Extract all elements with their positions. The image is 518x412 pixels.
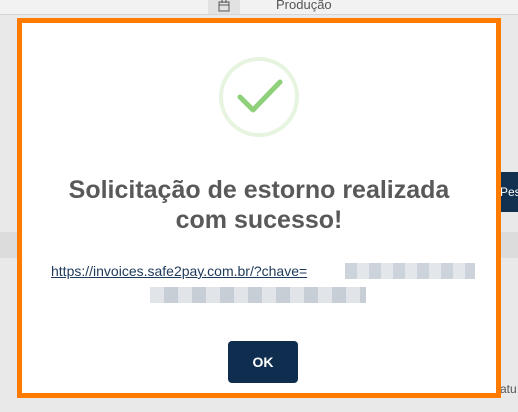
invoice-link[interactable]: https://invoices.safe2pay.com.br/?chave= xyxy=(51,263,307,279)
ok-button[interactable]: OK xyxy=(228,341,298,383)
calendar-icon[interactable] xyxy=(208,0,240,14)
background-header xyxy=(0,0,518,15)
check-circle-icon xyxy=(219,57,299,137)
success-modal: Solicitação de estorno realizada com suc… xyxy=(17,18,501,398)
modal-title: Solicitação de estorno realizada com suc… xyxy=(22,175,496,235)
modal-title-line1: Solicitação de estorno realizada xyxy=(68,176,450,204)
modal-title-line2: com sucesso! xyxy=(175,206,343,234)
tab-producao[interactable]: Produção xyxy=(276,0,332,12)
redacted-key-part1 xyxy=(345,263,475,279)
background-status-text: atu xyxy=(500,382,517,396)
redacted-key-part2 xyxy=(150,287,366,303)
